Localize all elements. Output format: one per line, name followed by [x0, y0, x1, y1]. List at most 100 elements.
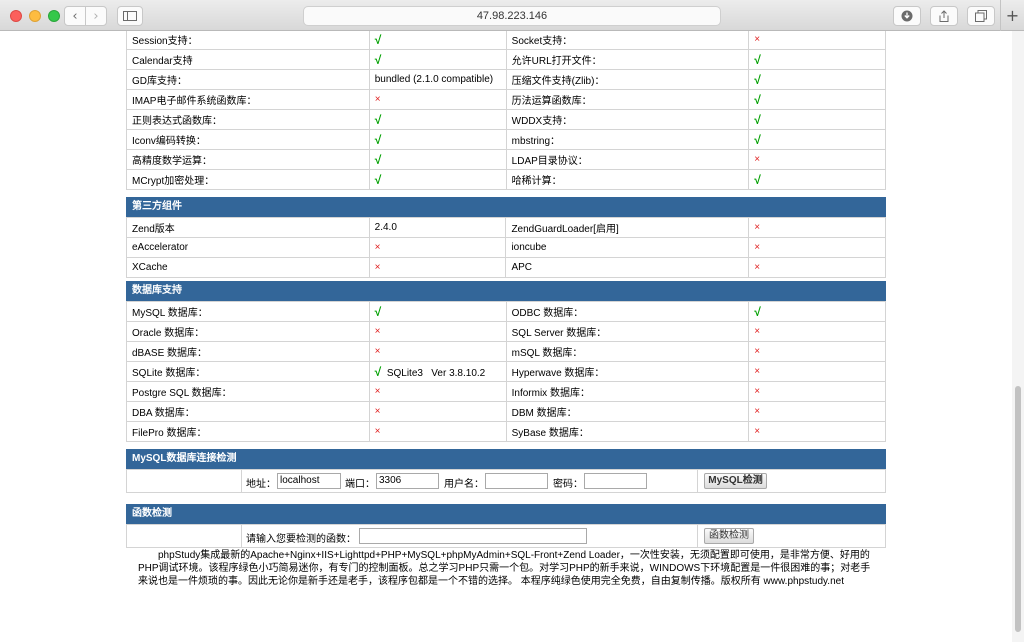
feature-value: × — [748, 361, 886, 382]
feature-label: SQLite 数据库： — [126, 361, 370, 382]
feature-label: DBM 数据库： — [505, 401, 750, 422]
php-feature-row: MCrypt加密处理： √ 哈稀计算： √ — [126, 169, 886, 190]
feature-value: × — [368, 421, 507, 442]
feature-label: 允许URL打开文件： — [505, 49, 750, 70]
port-label: 端口： — [345, 479, 375, 490]
feature-value: × — [748, 31, 886, 50]
share-icon[interactable] — [930, 6, 958, 26]
address-bar[interactable]: 47.98.223.146 — [303, 6, 721, 26]
feature-label: Iconv编码转换： — [126, 129, 370, 150]
php-feature-row: Session支持： √ Socket支持： × — [126, 31, 886, 50]
function-check-button[interactable]: 函数检测 — [704, 528, 754, 544]
php-feature-row: GD库支持： bundled (2.1.0 compatible) 压缩文件支持(Z… — [126, 69, 886, 90]
php-feature-row: 正则表达式函数库： √ WDDX支持： √ — [126, 109, 886, 130]
feature-label: mbstring： — [505, 129, 750, 150]
username-input[interactable] — [485, 473, 548, 489]
scrollbar-thumb[interactable] — [1015, 386, 1021, 632]
feature-value: × — [748, 257, 886, 278]
feature-label: Postgre SQL 数据库： — [126, 381, 370, 402]
feature-value: × — [748, 401, 886, 422]
close-window-button[interactable] — [10, 10, 22, 22]
feature-value: √ — [748, 69, 886, 90]
php-feature-row: Iconv编码转换： √ mbstring： √ — [126, 129, 886, 150]
sidebar-icon[interactable] — [117, 6, 143, 26]
database-table: MySQL 数据库： √ ODBC 数据库： √ Oracle 数据库： × SQL Ser… — [126, 301, 886, 442]
username-label: 用户名： — [444, 479, 484, 490]
feature-value: × — [368, 257, 507, 278]
function-check-form: 请输入您要检测的函数： 函数检测 — [126, 524, 886, 548]
new-tab-button[interactable]: + — [1000, 0, 1024, 31]
feature-value: × — [748, 341, 886, 362]
feature-value: × — [748, 217, 886, 238]
feature-value: √ — [748, 301, 886, 322]
feature-value: √ — [748, 129, 886, 150]
feature-label: FilePro 数据库： — [126, 421, 370, 442]
feature-value: √ SQLite3 Ver 3.8.10.2 — [368, 361, 507, 382]
mysql-check-header: MySQL数据库连接检测 — [126, 449, 886, 469]
feature-value: × — [748, 149, 886, 170]
feature-value: √ — [368, 49, 507, 70]
minimize-window-button[interactable] — [29, 10, 41, 22]
feature-label: dBASE 数据库： — [126, 341, 370, 362]
database-header: 数据库支持 — [126, 281, 886, 301]
browser-toolbar: ‹ › 47.98.223.146 + — [0, 0, 1024, 31]
php-feature-row: 高精度数学运算： √ LDAP目录协议： × — [126, 149, 886, 170]
feature-value: × — [368, 341, 507, 362]
host-label: 地址： — [246, 479, 276, 490]
php-feature-row: Calendar支持 √ 允许URL打开文件： √ — [126, 49, 886, 70]
feature-label: XCache — [126, 257, 370, 278]
feature-label: Informix 数据库： — [505, 381, 750, 402]
feature-label: IMAP电子邮件系统函数库： — [126, 89, 370, 110]
feature-label: 正则表达式函数库： — [126, 109, 370, 130]
database-row: SQLite 数据库： √ SQLite3 Ver 3.8.10.2 Hyperwa… — [126, 361, 886, 382]
feature-label: 压缩文件支持(Zlib)： — [505, 69, 750, 90]
feature-label: eAccelerator — [126, 237, 370, 258]
feature-value: √ — [368, 301, 507, 322]
feature-value: √ — [748, 49, 886, 70]
tabs-overview-icon[interactable] — [967, 6, 995, 26]
feature-value: √ — [748, 109, 886, 130]
feature-label: SyBase 数据库： — [505, 421, 750, 442]
database-row: FilePro 数据库： × SyBase 数据库： × — [126, 421, 886, 442]
feature-value: √ — [748, 169, 886, 190]
feature-value: √ — [368, 31, 507, 50]
function-check-header: 函数检测 — [126, 504, 886, 524]
back-icon[interactable]: ‹ — [64, 6, 86, 26]
feature-label: Calendar支持 — [126, 49, 370, 70]
feature-value: × — [368, 401, 507, 422]
mysql-check-button[interactable]: MySQL检测 — [704, 473, 767, 489]
third-party-row: XCache × APC × — [126, 257, 886, 278]
host-input[interactable]: localhost — [277, 473, 341, 489]
password-label: 密码： — [553, 479, 583, 490]
feature-label: Hyperwave 数据库： — [505, 361, 750, 382]
php-feature-row: IMAP电子邮件系统函数库： × 历法运算函数库： √ — [126, 89, 886, 110]
function-label: 请输入您要检测的函数： — [246, 534, 356, 545]
php-features-table: Session支持： √ Socket支持： × Calendar支持 √ 允许URL打开文… — [126, 31, 886, 190]
port-input[interactable]: 3306 — [376, 473, 439, 489]
feature-label: ZendGuardLoader[启用] — [505, 217, 750, 238]
database-row: Postgre SQL 数据库： × Informix 数据库： × — [126, 381, 886, 402]
password-input[interactable] — [584, 473, 647, 489]
feature-label: Zend版本 — [126, 217, 370, 238]
feature-value: × — [748, 381, 886, 402]
mysql-check-form: 地址： localhost 端口： 3306 用户名： 密码： MySQL检测 — [126, 469, 886, 493]
function-input[interactable] — [359, 528, 587, 544]
feature-value: √ — [368, 149, 507, 170]
zoom-window-button[interactable] — [48, 10, 60, 22]
forward-icon[interactable]: › — [85, 6, 107, 26]
database-row: dBASE 数据库： × mSQL 数据库： × — [126, 341, 886, 362]
third-party-header: 第三方组件 — [126, 197, 886, 217]
feature-label: GD库支持： — [126, 69, 370, 90]
feature-label: MySQL 数据库： — [126, 301, 370, 322]
feature-value: × — [368, 381, 507, 402]
feature-label: Oracle 数据库： — [126, 321, 370, 342]
feature-label: APC — [505, 257, 750, 278]
feature-label: Socket支持： — [505, 31, 750, 50]
feature-label: 历法运算函数库： — [505, 89, 750, 110]
database-row: Oracle 数据库： × SQL Server 数据库： × — [126, 321, 886, 342]
feature-label: mSQL 数据库： — [505, 341, 750, 362]
feature-value: × — [368, 237, 507, 258]
feature-value: × — [748, 237, 886, 258]
footer-text: phpStudy集成最新的Apache+Nginx+IIS+Lighttpd+P… — [138, 550, 871, 587]
downloads-icon[interactable] — [893, 6, 921, 26]
